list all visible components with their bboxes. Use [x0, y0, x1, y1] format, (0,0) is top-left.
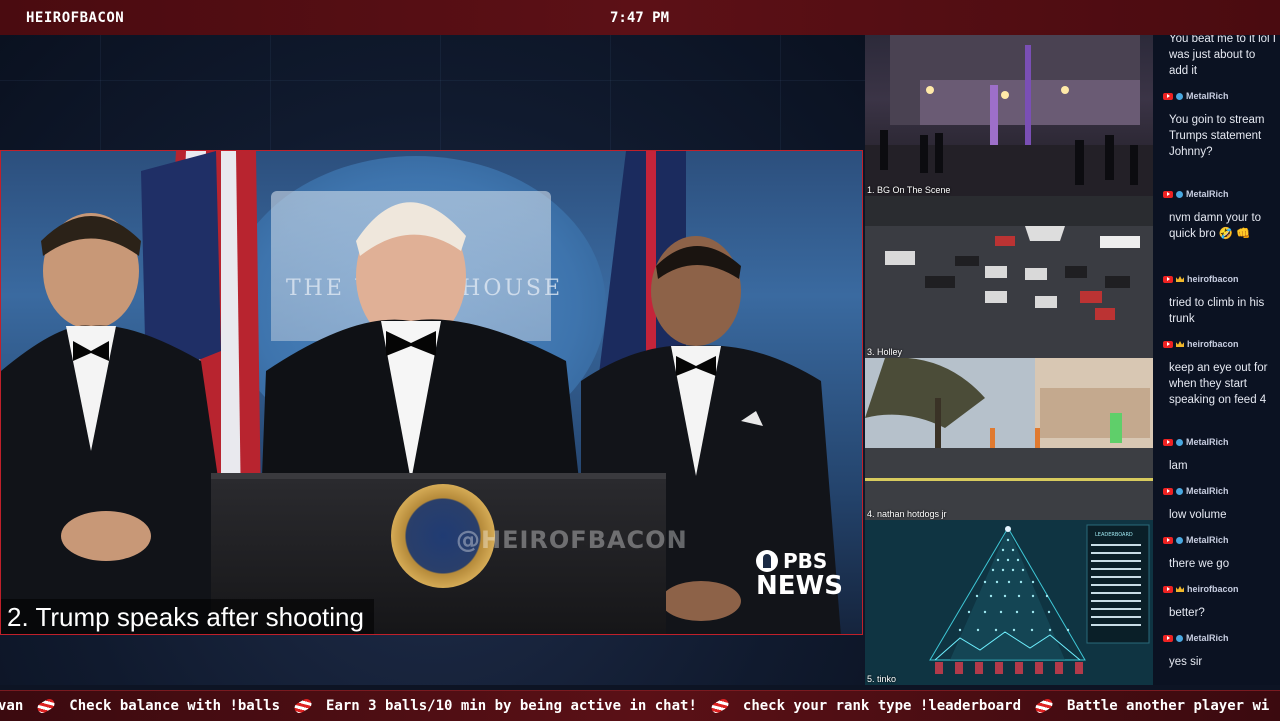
chat-username[interactable]: MetalRich [1186, 437, 1229, 447]
youtube-icon [1163, 438, 1173, 446]
chat-username[interactable]: MetalRich [1186, 633, 1229, 643]
chat-message-text: better? [1169, 607, 1205, 619]
chat-message-text: You goin to stream Trumps statement John… [1169, 114, 1265, 158]
parking-lot-image [865, 196, 1153, 358]
candy-cane-icon [1033, 697, 1055, 715]
side-feed-label: 5. tinko [867, 674, 897, 684]
crown-icon [1176, 276, 1184, 282]
chat-message-text: low volume [1169, 509, 1227, 521]
top-bar: HEIROFBACON 7:47 PM [0, 0, 1280, 36]
side-feed-label: 3. Holley [867, 347, 903, 357]
youtube-icon [1163, 634, 1173, 642]
chat-message-text: yes sir [1169, 656, 1203, 668]
ticker-item: van [0, 698, 24, 714]
feed-caption: 2. Trump speaks after shooting [1, 599, 374, 634]
youtube-icon [1163, 536, 1173, 544]
candy-cane-icon [709, 697, 731, 715]
moderator-badge-icon [1176, 190, 1183, 198]
moderator-badge-icon [1176, 487, 1183, 495]
chat-message-text: You beat me to it lol I was just about t… [1169, 35, 1276, 77]
youtube-icon [1163, 190, 1173, 198]
youtube-icon [1163, 585, 1173, 593]
side-feed-2[interactable]: 3. Holley [865, 196, 1153, 358]
chat-user: MetalRich [1163, 91, 1229, 101]
side-feed-3[interactable]: 4. nathan hotdogs jr [865, 358, 1153, 520]
crown-icon [1176, 586, 1184, 592]
pbs-logo-text: PBS [783, 549, 828, 573]
moderator-badge-icon [1176, 536, 1183, 544]
news-logo-text: NEWS [756, 571, 843, 601]
moderator-badge-icon [1176, 634, 1183, 642]
chat-user: heirofbacon [1163, 274, 1239, 284]
stage-grid-line [270, 35, 271, 150]
chat-username[interactable]: heirofbacon [1187, 339, 1239, 349]
watermark: @HEIROFBACON [456, 526, 688, 554]
chat-user: MetalRich [1163, 535, 1229, 545]
chat-username[interactable]: MetalRich [1186, 189, 1229, 199]
youtube-icon [1163, 92, 1173, 100]
chat-user: MetalRich [1163, 437, 1229, 447]
side-feed-label: 4. nathan hotdogs jr [867, 509, 947, 519]
channel-name: HEIROFBACON [26, 10, 125, 26]
main-video-feed[interactable]: THE WHITE HOUSE [0, 150, 863, 635]
chat-message-text: tried to climb in his trunk [1169, 297, 1265, 325]
chat-user: MetalRich [1163, 486, 1229, 496]
chat-user: heirofbacon [1163, 339, 1239, 349]
night-scene-image [865, 35, 1153, 196]
person-left-image [1, 213, 241, 634]
side-feed-4[interactable]: LEADERBOARD 5. tinko [865, 520, 1153, 685]
youtube-icon [1163, 340, 1173, 348]
youtube-icon [1163, 275, 1173, 283]
street-scene-image [865, 358, 1153, 520]
moderator-badge-icon [1176, 438, 1183, 446]
stage-grid-line [100, 35, 101, 150]
clock: 7:47 PM [610, 10, 670, 26]
youtube-icon [1163, 487, 1173, 495]
stage-grid-line [780, 35, 781, 150]
side-feed-label: 1. BG On The Scene [867, 185, 951, 195]
chat-username[interactable]: MetalRich [1186, 535, 1229, 545]
stage-grid-line [440, 35, 441, 150]
chat-message-text: keep an eye out for when they start spea… [1169, 362, 1268, 406]
side-feed-1[interactable]: 1. BG On The Scene [865, 35, 1153, 196]
moderator-badge-icon [1176, 92, 1183, 100]
chat-message-text: nvm damn your to quick bro 🤣 👊 [1169, 212, 1262, 240]
candy-cane-icon [292, 697, 314, 715]
pbs-news-logo: PBS NEWS [756, 549, 843, 601]
chat-username[interactable]: MetalRich [1186, 486, 1229, 496]
pbs-head-icon [756, 550, 778, 572]
candy-cane-icon [36, 697, 57, 715]
plinko-game-image: LEADERBOARD [865, 520, 1153, 685]
chat-username[interactable]: heirofbacon [1187, 274, 1239, 284]
chat-user: MetalRich [1163, 633, 1229, 643]
ticker-bar: van Check balance with !balls Earn 3 balls… [0, 690, 1280, 721]
ticker-item: Check balance with !balls [69, 698, 281, 714]
main-stage: THE WHITE HOUSE [0, 35, 865, 685]
chat-username[interactable]: MetalRich [1186, 91, 1229, 101]
chat-user: heirofbacon [1163, 584, 1239, 594]
ticker-row: van Check balance with !balls Earn 3 balls… [0, 697, 1270, 715]
crown-icon [1176, 341, 1184, 347]
stage-grid-line [610, 35, 611, 150]
ticker-item: Battle another player wi [1067, 698, 1270, 714]
ticker-item: check your rank type !leaderboard [742, 698, 1022, 714]
chat-message-text: there we go [1169, 558, 1230, 570]
leaderboard-title: LEADERBOARD [1095, 532, 1133, 538]
stage-grid-line [0, 80, 865, 81]
chat-message-text: lam [1169, 460, 1188, 472]
chat-username[interactable]: heirofbacon [1187, 584, 1239, 594]
ticker-item: Earn 3 balls/10 min by being active in c… [326, 698, 697, 714]
side-feeds-column: 1. BG On The Scene 3. Holley 4. nathan h… [865, 35, 1153, 685]
chat-user: MetalRich [1163, 189, 1229, 199]
chat-panel[interactable]: You beat me to it lol I was just about t… [1153, 35, 1280, 685]
